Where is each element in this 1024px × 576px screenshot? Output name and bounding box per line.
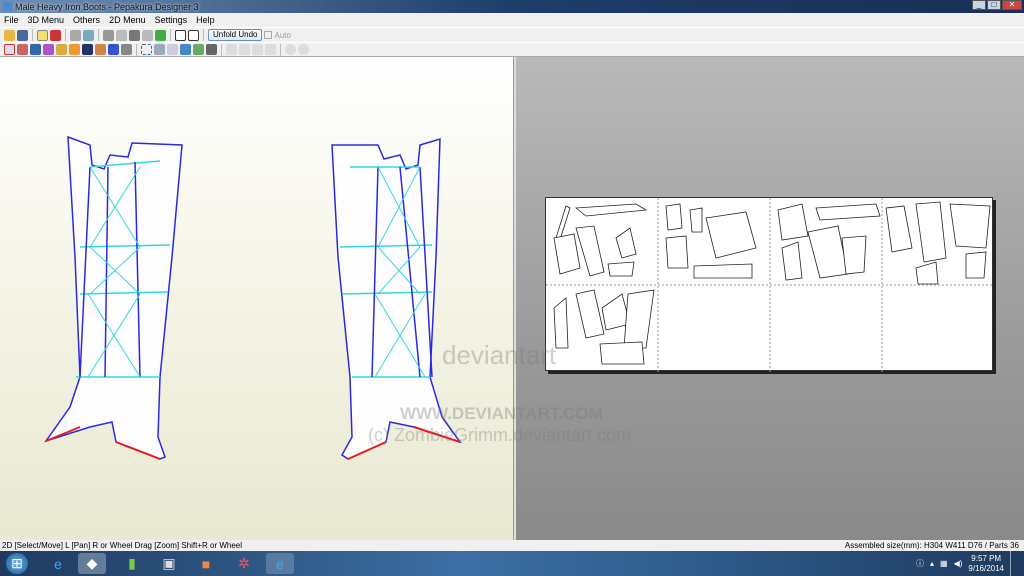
open-icon[interactable] [4,29,15,41]
taskbar: ⊞ e ◆ ▮ ▣ ■ ✲ e ⓘ ▴ ▦ ◀) 9:57 PM 9/16/201… [0,551,1024,576]
clock[interactable]: 9:57 PM 9/16/2014 [968,554,1004,574]
menu-settings[interactable]: Settings [155,15,188,25]
view-single-icon[interactable] [175,29,186,41]
page-icon[interactable] [193,44,204,55]
image-icon[interactable] [82,44,93,55]
auto-label: Auto [274,30,291,40]
save-icon[interactable] [17,29,28,41]
boot-models [44,135,462,460]
flip-icon[interactable] [121,44,132,55]
info-icon[interactable]: ⓘ [916,558,924,569]
watermark-site: WWW.DEVIANTART.COM [400,404,603,423]
texture-icon[interactable] [50,29,61,41]
left-boot [44,135,183,460]
app-icon [3,2,12,11]
3d-view[interactable] [0,57,513,540]
app-taskbar-icon-3[interactable]: ■ [192,553,220,574]
show-desktop-button[interactable] [1010,551,1018,576]
ie-taskbar-icon[interactable]: e [44,553,72,574]
view-split-icon[interactable] [188,29,199,41]
paper-sheet [545,197,994,372]
watermark-logo: deviantart [442,340,557,370]
align-top-icon[interactable] [252,44,263,55]
window-title: Male Heavy Iron Boots - Pepakura Designe… [15,1,199,12]
watermark-credit: (c) ZombieGrimm.deviantart.com [368,425,632,445]
menu-help[interactable]: Help [196,15,215,25]
group-icon[interactable] [154,44,165,55]
main-toolbar: Unfold Undo Auto [0,27,1024,42]
print-area-icon[interactable] [167,44,178,55]
light-icon[interactable] [37,29,48,41]
align-right-icon[interactable] [239,44,250,55]
node-icon[interactable] [17,44,28,55]
secondary-toolbar [0,42,1024,57]
select-icon[interactable] [4,44,15,55]
menu-bar: File 3D Menu Others 2D Menu Settings Hel… [0,13,1024,27]
tray-expand-icon[interactable]: ▴ [930,559,934,568]
menu-2d[interactable]: 2D Menu [109,15,146,25]
2d-layout-view[interactable] [516,57,1024,540]
minimize-button[interactable]: _ [972,0,986,10]
pepakura-taskbar-icon[interactable]: ◆ [78,553,106,574]
menu-others[interactable]: Others [73,15,100,25]
title-bar: Male Heavy Iron Boots - Pepakura Designe… [0,0,1024,13]
align-left-icon[interactable] [226,44,237,55]
layout-icon[interactable] [155,29,166,41]
zoom-out-icon[interactable] [298,44,309,55]
print-icon[interactable] [206,44,217,55]
volume-icon[interactable]: ◀) [954,559,963,568]
unfold-undo-button[interactable]: Unfold Undo [208,29,263,41]
status-bar: 2D [Select/Move] L [Pan] R or Wheel Drag… [0,540,1024,551]
fold-icon[interactable] [83,29,94,41]
zoom-in-icon[interactable] [285,44,296,55]
ie-taskbar-icon-2[interactable]: e [266,553,294,574]
network-icon[interactable]: ▦ [940,559,948,568]
status-hint: 2D [Select/Move] L [Pan] R or Wheel Drag… [2,541,243,550]
maximize-button[interactable]: □ [987,0,1001,10]
rotate-part-icon[interactable] [108,44,119,55]
system-tray: ⓘ ▴ ▦ ◀) 9:57 PM 9/16/2014 [916,551,1024,576]
move-icon[interactable] [95,44,106,55]
menu-3d[interactable]: 3D Menu [28,15,65,25]
anchor-icon[interactable] [129,29,140,41]
scale-icon[interactable] [180,44,191,55]
align-bottom-icon[interactable] [265,44,276,55]
menu-file[interactable]: File [4,15,19,25]
join-icon[interactable] [116,29,127,41]
app-taskbar-icon-2[interactable]: ▣ [155,553,183,574]
edit-icon[interactable] [103,29,114,41]
clock-time: 9:57 PM [971,553,1002,563]
start-button[interactable]: ⊞ [6,553,28,574]
rotate-icon[interactable] [70,29,81,41]
panel-icon[interactable] [30,44,41,55]
text-icon[interactable] [69,44,80,55]
arrange-icon[interactable] [141,44,152,55]
app-taskbar-icon-1[interactable]: ▮ [118,553,146,574]
flap-icon[interactable] [142,29,153,41]
unfolded-parts [546,198,994,372]
close-button[interactable]: ✕ [1002,0,1022,10]
auto-checkbox[interactable]: Auto [264,30,291,40]
clock-date: 9/16/2014 [968,563,1004,573]
app-taskbar-icon-4[interactable]: ✲ [230,553,258,574]
color-icon[interactable] [43,44,54,55]
part-icon[interactable] [56,44,67,55]
status-size: Assembled size(mm): H304 W411 D76 / Part… [844,541,1019,550]
